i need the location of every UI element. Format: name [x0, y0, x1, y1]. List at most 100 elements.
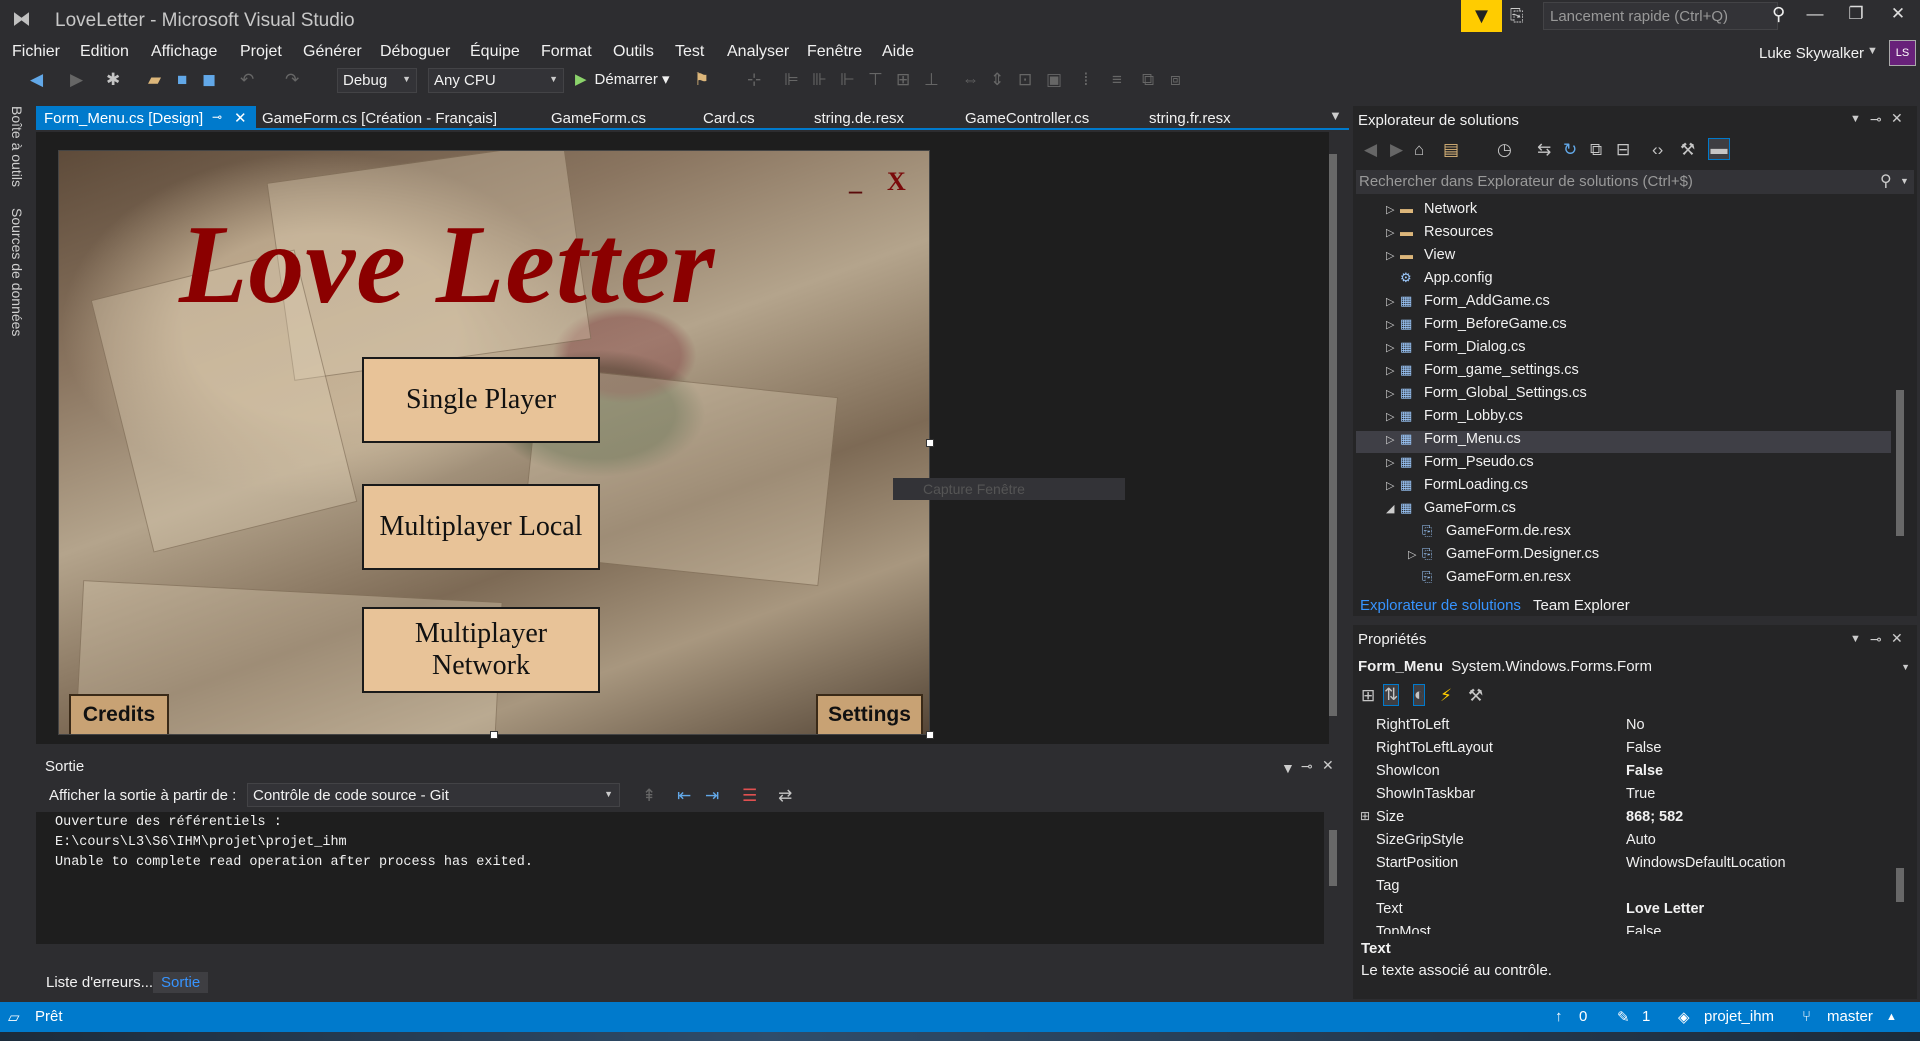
pin-icon[interactable]: ⊸: [1870, 631, 1882, 648]
configuration-select[interactable]: Debug ▼: [337, 68, 417, 93]
tab-error-list[interactable]: Liste d'erreurs...: [38, 972, 161, 993]
sync-icon[interactable]: ⇆: [1537, 140, 1551, 160]
solution-search-input[interactable]: Rechercher dans Explorateur de solutions…: [1356, 170, 1914, 194]
find-in-files-icon[interactable]: ⚑: [694, 70, 709, 90]
undo-icon[interactable]: ↶: [240, 70, 254, 90]
back-icon[interactable]: ◀: [1364, 140, 1377, 160]
make-same-width-icon[interactable]: ⇔: [962, 70, 979, 90]
word-wrap-icon[interactable]: ⇄: [778, 786, 792, 806]
expander-icon[interactable]: ▷: [1386, 364, 1400, 377]
redo-icon[interactable]: ↷: [285, 70, 299, 90]
property-row[interactable]: ⊞ Size 868; 582: [1360, 809, 1889, 831]
multiplayer-network-button[interactable]: Multiplayer Network: [362, 607, 600, 693]
tree-item[interactable]: ⎘ GameForm.de.resx: [1356, 523, 1891, 545]
tree-item[interactable]: ▷ ⎘ GameForm.Designer.cs: [1356, 546, 1891, 568]
next-message-icon[interactable]: ⇥: [705, 786, 719, 806]
notifications-flag-icon[interactable]: ▼: [1461, 0, 1502, 32]
property-value[interactable]: False: [1626, 924, 1661, 934]
tree-item[interactable]: ▷ ▦ Form_BeforeGame.cs: [1356, 316, 1891, 338]
property-value[interactable]: No: [1626, 717, 1645, 733]
settings-button[interactable]: Settings: [816, 694, 923, 734]
pin-icon[interactable]: ⊸: [1301, 758, 1313, 775]
resize-handle[interactable]: [490, 731, 498, 739]
menu-outils[interactable]: Outils: [613, 43, 654, 61]
search-icon[interactable]: ⚲: [1880, 171, 1892, 191]
tab-solution-explorer[interactable]: Explorateur de solutions: [1355, 596, 1526, 615]
expander-icon[interactable]: ▷: [1386, 295, 1400, 308]
close-icon[interactable]: ✕: [1891, 630, 1903, 647]
prev-message-icon[interactable]: ⇤: [677, 786, 691, 806]
size-to-grid-icon[interactable]: ⊡: [1018, 70, 1032, 90]
single-player-button[interactable]: Single Player: [362, 357, 600, 443]
menu-test[interactable]: Test: [675, 43, 704, 61]
menu-aide[interactable]: Aide: [882, 43, 914, 61]
close-icon[interactable]: ✕: [1322, 757, 1334, 774]
close-icon[interactable]: ✕: [1891, 110, 1903, 127]
property-row[interactable]: Text Love Letter: [1364, 901, 1889, 923]
property-value[interactable]: Auto: [1626, 832, 1656, 848]
property-row[interactable]: StartPosition WindowsDefaultLocation: [1364, 855, 1889, 877]
property-row[interactable]: ShowIcon False: [1364, 763, 1889, 785]
properties-object-select[interactable]: Form_Menu System.Windows.Forms.Form ▼: [1358, 658, 1914, 680]
categorized-icon[interactable]: ⊞: [1361, 686, 1375, 706]
vertical-spacing-icon[interactable]: ≡: [1112, 70, 1122, 90]
property-value[interactable]: True: [1626, 786, 1655, 802]
pencil-icon[interactable]: ✎: [1617, 1008, 1630, 1026]
minimize-window-button[interactable]: —: [1795, 4, 1835, 30]
save-all-icon[interactable]: ◼: [202, 70, 216, 90]
scroll-thumb[interactable]: [1896, 390, 1904, 536]
events-icon[interactable]: ⚡: [1440, 686, 1452, 706]
navigate-forward-icon[interactable]: ▶: [70, 70, 83, 90]
refresh-icon[interactable]: ↻: [1563, 140, 1577, 160]
tab-gameform[interactable]: GameForm.cs: [543, 106, 654, 130]
expander-icon[interactable]: ▷: [1386, 456, 1400, 469]
panel-menu-icon[interactable]: ▼: [1850, 113, 1861, 125]
start-debugging-button[interactable]: ▶ Démarrer ▾: [575, 70, 670, 88]
git-branch[interactable]: master: [1827, 1008, 1873, 1025]
restore-window-button[interactable]: ❐: [1836, 4, 1876, 30]
designer-scrollbar[interactable]: [1326, 136, 1340, 738]
make-same-height-icon[interactable]: ⇕: [990, 70, 1004, 90]
open-file-icon[interactable]: ▰: [148, 70, 161, 90]
find-message-icon[interactable]: ⇞: [642, 786, 656, 806]
align-bottoms-icon[interactable]: ⊥: [924, 70, 939, 90]
switch-views-icon[interactable]: ▤: [1443, 140, 1459, 160]
align-grid-icon[interactable]: ⊹: [747, 70, 761, 90]
quick-launch-input[interactable]: Lancement rapide (Ctrl+Q): [1543, 2, 1778, 30]
property-value[interactable]: False: [1626, 763, 1663, 779]
property-row[interactable]: RightToLeft No: [1364, 717, 1889, 739]
preview-selected-items-icon[interactable]: ▬: [1708, 138, 1730, 160]
tree-item[interactable]: ▷ ▦ Form_Lobby.cs: [1356, 408, 1891, 430]
scroll-thumb[interactable]: [1329, 830, 1337, 886]
property-pages-icon[interactable]: ⚒: [1468, 686, 1483, 706]
property-row[interactable]: TopMost False: [1364, 924, 1889, 934]
expander-icon[interactable]: ▷: [1386, 341, 1400, 354]
feedback-icon[interactable]: ⎘: [1510, 6, 1532, 26]
alphabetical-icon[interactable]: ⇅: [1383, 684, 1400, 706]
panel-menu-icon[interactable]: ▼: [1850, 633, 1861, 645]
close-icon[interactable]: ✕: [234, 109, 247, 127]
align-rights-icon[interactable]: ⊩: [840, 70, 855, 90]
git-changes-count[interactable]: 1: [1642, 1008, 1650, 1025]
git-repository[interactable]: projet_ihm: [1704, 1008, 1774, 1025]
menu-projet[interactable]: Projet: [240, 43, 282, 61]
tree-item[interactable]: ▷ ▦ Form_Menu.cs: [1356, 431, 1891, 453]
tab-overflow-icon[interactable]: ▼: [1329, 108, 1342, 123]
repository-icon[interactable]: ◈: [1678, 1008, 1690, 1026]
expander-icon[interactable]: ▷: [1386, 203, 1400, 216]
horizontal-spacing-icon[interactable]: ⦙: [1084, 70, 1088, 90]
data-sources-tab[interactable]: Sources de données: [9, 208, 25, 336]
chevron-down-icon[interactable]: ▼: [1867, 45, 1878, 57]
expander-icon[interactable]: ▷: [1386, 479, 1400, 492]
solution-scrollbar[interactable]: [1893, 198, 1907, 592]
tab-order-icon[interactable]: ⧈: [1170, 70, 1181, 90]
pin-icon[interactable]: ⊸: [212, 110, 222, 124]
expander-icon[interactable]: ▷: [1386, 410, 1400, 423]
output-text-area[interactable]: [36, 812, 1324, 944]
git-unpushed-count[interactable]: 0: [1579, 1008, 1587, 1025]
collapse-all-icon[interactable]: ⧉: [1590, 140, 1602, 160]
tab-output[interactable]: Sortie: [153, 972, 209, 993]
expander-icon[interactable]: ▷: [1386, 387, 1400, 400]
properties-view-icon[interactable]: ◐: [1413, 684, 1426, 706]
form-menu-preview[interactable]: Love Letter _ X Single Player Multiplaye…: [58, 150, 930, 735]
